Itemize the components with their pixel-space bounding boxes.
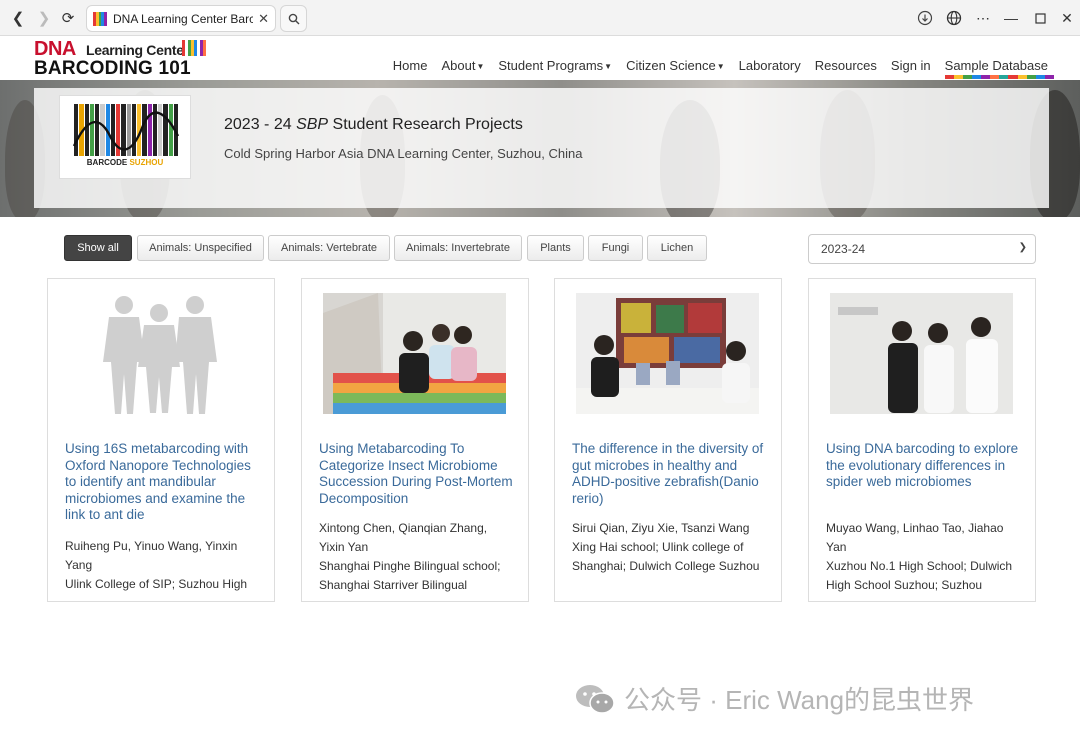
globe-icon[interactable] (943, 8, 965, 28)
title-italic: SBP (296, 116, 329, 133)
nav-citizen-science[interactable]: Citizen Science▼ (626, 58, 725, 73)
search-icon[interactable] (280, 5, 307, 32)
site-logo[interactable]: DNA Learning Center BARCODING 101 (34, 38, 209, 79)
main-nav: Home About▼ Student Programs▼ Citizen Sc… (393, 58, 1054, 79)
maximize-icon[interactable] (1029, 8, 1051, 28)
nav-sign-in[interactable]: Sign in (891, 58, 931, 73)
filter-animals-invertebrate[interactable]: Animals: Invertebrate (394, 235, 522, 261)
browser-tab[interactable]: DNA Learning Center Barco ✕ (86, 5, 276, 32)
close-icon[interactable]: ✕ (258, 11, 269, 27)
nav-label: About (441, 58, 476, 73)
window-close-icon[interactable]: ✕ (1056, 8, 1078, 28)
barcode-suzhou-logo: BARCODE SUZHOU (59, 95, 191, 179)
caret-down-icon: ▼ (604, 62, 613, 72)
browser-toolbar: ❮ ❯ ⟳ DNA Learning Center Barco ✕ ⋯ — ✕ (0, 0, 1080, 36)
nav-label: Resources (814, 58, 877, 73)
card-schools: Xing Hai school; Ulink college of Shangh… (572, 540, 760, 573)
card-schools: Shanghai Pinghe Bilingual school; Shangh… (319, 559, 501, 592)
card-authors: Xintong Chen, Qianqian Zhang, Yixin Yan (319, 521, 488, 554)
logo-learning-center-text: Learning Center (86, 42, 189, 58)
card-authors: Ruiheng Pu, Yinuo Wang, Yinxin Yang (65, 539, 238, 572)
nav-label: Laboratory (738, 58, 801, 73)
more-icon[interactable]: ⋯ (972, 8, 994, 28)
nav-sample-database[interactable]: Sample Database (944, 58, 1054, 79)
placeholder-people-image (69, 293, 252, 414)
filter-fungi[interactable]: Fungi (588, 235, 643, 261)
card-title[interactable]: Using DNA barcoding to explore the evolu… (826, 441, 1022, 491)
caret-down-icon: ▼ (716, 62, 725, 72)
card-authors: Muyao Wang, Linhao Tao, Jiahao Yan (826, 521, 1004, 554)
logo-text-barcode: BARCODE (86, 158, 128, 167)
nav-laboratory[interactable]: Laboratory (739, 58, 801, 73)
forward-icon[interactable]: ❯ (34, 8, 54, 28)
card-authors: Sirui Qian, Ziyu Xie, Tsanzi Wang (572, 521, 750, 535)
card-title[interactable]: The difference in the diversity of gut m… (572, 441, 768, 507)
project-card[interactable]: Using Metabarcoding To Categorize Insect… (301, 278, 529, 602)
site-header: DNA Learning Center BARCODING 101 Home A… (0, 36, 1080, 80)
nav-resources[interactable]: Resources (815, 58, 877, 73)
filter-plants[interactable]: Plants (527, 235, 584, 261)
logo-barcode-icon (182, 40, 206, 56)
wechat-icon (574, 683, 616, 715)
page-subtitle: Cold Spring Harbor Asia DNA Learning Cen… (224, 146, 583, 161)
filter-lichen[interactable]: Lichen (647, 235, 707, 261)
chevron-down-icon: ❯ (1018, 242, 1027, 253)
favicon-icon (93, 11, 107, 26)
logo-barcoding-text: BARCODING 101 (34, 58, 191, 79)
project-card[interactable]: Using DNA barcoding to explore the evolu… (808, 278, 1036, 602)
tab-title: DNA Learning Center Barco (113, 11, 253, 26)
minimize-icon[interactable]: — (1000, 8, 1022, 28)
nav-home[interactable]: Home (393, 58, 428, 73)
nav-label: Sign in (890, 58, 931, 73)
watermark-text: 公众号 · Eric Wang的昆虫世界 (624, 685, 975, 715)
hero-panel: BARCODE SUZHOU 2023 - 24 SBP Student Res… (34, 88, 1049, 208)
nav-label: Student Programs (498, 58, 604, 73)
title-prefix: 2023 - 24 (224, 116, 292, 133)
title-suffix: Student Research Projects (332, 116, 523, 133)
filter-animals-vertebrate[interactable]: Animals: Vertebrate (268, 235, 390, 261)
wave-icon (72, 111, 180, 151)
reload-icon[interactable]: ⟳ (58, 8, 78, 28)
project-photo (830, 293, 1013, 414)
page-title: 2023 - 24 SBP Student Research Projects (224, 116, 523, 134)
project-card[interactable]: Using 16S metabarcoding with Oxford Nano… (47, 278, 275, 602)
card-schools: Xuzhou No.1 High School; Dulwich High Sc… (826, 559, 1013, 592)
barcode-suzhou-text: BARCODE SUZHOU (60, 158, 190, 167)
nav-about[interactable]: About▼ (441, 58, 484, 73)
caret-down-icon: ▼ (476, 62, 485, 72)
year-select[interactable]: 2023-24 ❯ (808, 234, 1036, 264)
year-select-value: 2023-24 (821, 242, 866, 256)
card-title[interactable]: Using 16S metabarcoding with Oxford Nano… (65, 441, 261, 524)
nav-student-programs[interactable]: Student Programs▼ (498, 58, 612, 73)
hero-banner: BARCODE SUZHOU 2023 - 24 SBP Student Res… (0, 80, 1080, 217)
filter-animals-unspecified[interactable]: Animals: Unspecified (137, 235, 264, 261)
nav-label: Citizen Science (626, 58, 716, 73)
project-photo (323, 293, 506, 414)
color-stripe (944, 75, 1054, 79)
back-icon[interactable]: ❮ (8, 8, 28, 28)
card-schools: Ulink College of SIP; Suzhou High (65, 577, 248, 591)
filter-show-all[interactable]: Show all (64, 235, 132, 261)
logo-text-suzhou: SUZHOU (129, 158, 164, 167)
project-photo (576, 293, 759, 414)
download-icon[interactable] (914, 8, 936, 28)
watermark: 公众号 · Eric Wang的昆虫世界 (574, 680, 974, 717)
nav-label: Home (392, 58, 428, 73)
project-card[interactable]: The difference in the diversity of gut m… (554, 278, 782, 602)
nav-label: Sample Database (944, 58, 1048, 73)
card-title[interactable]: Using Metabarcoding To Categorize Insect… (319, 441, 515, 507)
